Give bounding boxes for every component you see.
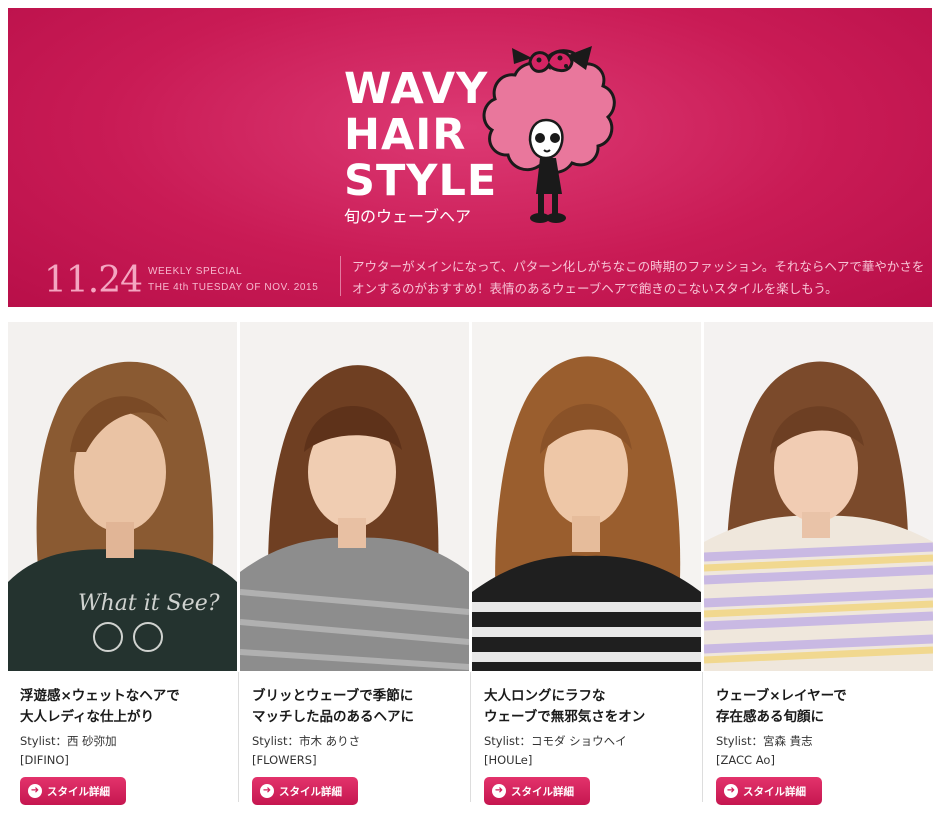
arrow-circle-icon: ➜: [724, 784, 738, 798]
arrow-circle-icon: ➜: [28, 784, 42, 798]
card-title-1: 浮遊感×ウェットなヘアで 大人レディな仕上がり: [20, 686, 235, 728]
card-title-1-line-2: 大人レディな仕上がり: [20, 709, 155, 725]
style-photo-1[interactable]: What it See?: [8, 322, 237, 671]
style-photo-2[interactable]: [240, 322, 469, 671]
style-card-4[interactable]: ウェーブ×レイヤーで 存在感ある旬顔に Stylist：宮森 貴志 [ZACC …: [702, 322, 933, 817]
style-cards: What it See? 浮遊感×ウェットなヘアで 大人レディな仕上がり Sty…: [8, 322, 936, 817]
issue-date: 11.24: [44, 260, 143, 301]
card-title-4-line-2: 存在感ある旬顔に: [716, 709, 824, 725]
card-title-2-line-2: マッチした品のあるヘアに: [252, 709, 414, 725]
afro-girl-mascot-icon: [482, 46, 616, 223]
card-title-3-line-2: ウェーブで無邪気さをオン: [484, 709, 646, 725]
card-title-3: 大人ロングにラフな ウェーブで無邪気さをオン: [484, 686, 699, 728]
arrow-circle-icon: ➜: [260, 784, 274, 798]
card-title-4-line-1: ウェーブ×レイヤーで: [716, 688, 847, 704]
arrow-circle-icon: ➜: [492, 784, 506, 798]
style-card-2[interactable]: ブリッとウェーブで季節に マッチした品のあるヘアに Stylist：市木 ありさ…: [238, 322, 469, 817]
style-detail-button-1[interactable]: ➜ スタイル詳細: [20, 777, 126, 805]
stylist-name-2: Stylist：市木 ありさ: [252, 734, 361, 748]
salon-name-4: [ZACC Ao]: [716, 753, 775, 767]
card-title-3-line-1: 大人ロングにラフな: [484, 688, 606, 704]
card-title-1-line-1: 浮遊感×ウェットなヘアで: [20, 688, 180, 704]
style-detail-button-4[interactable]: ➜ スタイル詳細: [716, 777, 822, 805]
issue-label-line-2: THE 4th TUESDAY OF NOV. 2015: [148, 282, 319, 293]
style-photo-4[interactable]: [704, 322, 933, 671]
salon-name-3: [HOULe]: [484, 753, 533, 767]
style-photo-3[interactable]: [472, 322, 701, 671]
hero-banner: WAVY HAIR STYLE 旬のウェーブヘア 11.24 WEEKLY SP…: [8, 8, 932, 307]
stylist-name-4: Stylist：宮森 貴志: [716, 734, 813, 748]
intro-text: アウターがメインになって、パターン化しがちなこの時期のファッション。それならヘア…: [352, 259, 925, 296]
svg-text:What it See?: What it See?: [78, 591, 220, 616]
card-title-2-line-1: ブリッとウェーブで季節に: [252, 688, 414, 704]
issue-label: WEEKLY SPECIAL THE 4th TUESDAY OF NOV. 2…: [148, 264, 318, 296]
stylist-name-1: Stylist：西 砂弥加: [20, 734, 117, 748]
style-card-1[interactable]: What it See? 浮遊感×ウェットなヘアで 大人レディな仕上がり Sty…: [8, 322, 237, 817]
divider: [340, 256, 341, 296]
style-detail-button-3[interactable]: ➜ スタイル詳細: [484, 777, 590, 805]
style-detail-button-2[interactable]: ➜ スタイル詳細: [252, 777, 358, 805]
button-label-4: スタイル詳細: [743, 785, 806, 798]
date-row: 11.24 WEEKLY SPECIAL THE 4th TUESDAY OF …: [44, 256, 924, 302]
salon-name-1: [DIFINO]: [20, 753, 69, 767]
issue-label-line-1: WEEKLY SPECIAL: [148, 266, 243, 277]
button-label-1: スタイル詳細: [47, 785, 110, 798]
stylist-name-3: Stylist：コモダ ショウヘイ: [484, 734, 627, 748]
style-card-3[interactable]: 大人ロングにラフな ウェーブで無邪気さをオン Stylist：コモダ ショウヘイ…: [470, 322, 701, 817]
salon-name-2: [FLOWERS]: [252, 753, 317, 767]
button-label-2: スタイル詳細: [279, 785, 342, 798]
button-label-3: スタイル詳細: [511, 785, 574, 798]
card-title-4: ウェーブ×レイヤーで 存在感ある旬顔に: [716, 686, 931, 728]
card-title-2: ブリッとウェーブで季節に マッチした品のあるヘアに: [252, 686, 467, 728]
